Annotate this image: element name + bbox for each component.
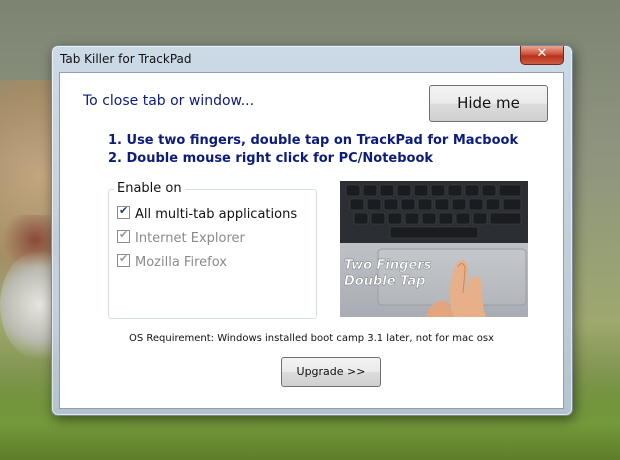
groupbox-legend: Enable on [114, 181, 185, 196]
checkmark-icon[interactable] [117, 204, 130, 219]
image-caption-line1: Two Fingers [344, 258, 432, 273]
checkmark-icon[interactable] [117, 228, 130, 243]
close-button[interactable]: ✕ [520, 46, 564, 65]
checkbox-label: All multi-tab applications [135, 207, 298, 222]
enable-on-groupbox: Enable on All multi-tab applications Int… [108, 181, 317, 319]
window-client-area: To close tab or window... Hide me 1. Use… [59, 72, 564, 409]
instruction-trackpad: 1. Use two fingers, double tap on TrackP… [108, 133, 519, 148]
checkbox-label: Internet Explorer [135, 231, 245, 246]
window-title: Tab Killer for TrackPad [60, 52, 192, 66]
heading-text: To close tab or window... [83, 93, 255, 109]
checkbox-all-multi-tab[interactable]: All multi-tab applications [117, 204, 298, 222]
checkbox-label: Mozilla Firefox [135, 255, 227, 270]
checkbox-internet-explorer[interactable]: Internet Explorer [117, 228, 245, 246]
upgrade-button[interactable]: Upgrade >> [281, 357, 381, 387]
image-caption-line2: Double Tap [344, 274, 426, 289]
instruction-mouse: 2. Double mouse right click for PC/Noteb… [108, 151, 434, 166]
tab-killer-window: Tab Killer for TrackPad ✕ To close tab o… [51, 45, 573, 416]
hide-me-button[interactable]: Hide me [429, 85, 548, 122]
checkbox-mozilla-firefox[interactable]: Mozilla Firefox [117, 252, 227, 270]
title-bar[interactable]: Tab Killer for TrackPad ✕ [52, 46, 572, 71]
close-icon: ✕ [536, 46, 548, 61]
os-requirement-text: OS Requirement: Windows installed boot c… [128, 333, 495, 344]
checkmark-icon[interactable] [117, 252, 130, 267]
trackpad-illustration: Two Fingers Double Tap [340, 181, 528, 317]
